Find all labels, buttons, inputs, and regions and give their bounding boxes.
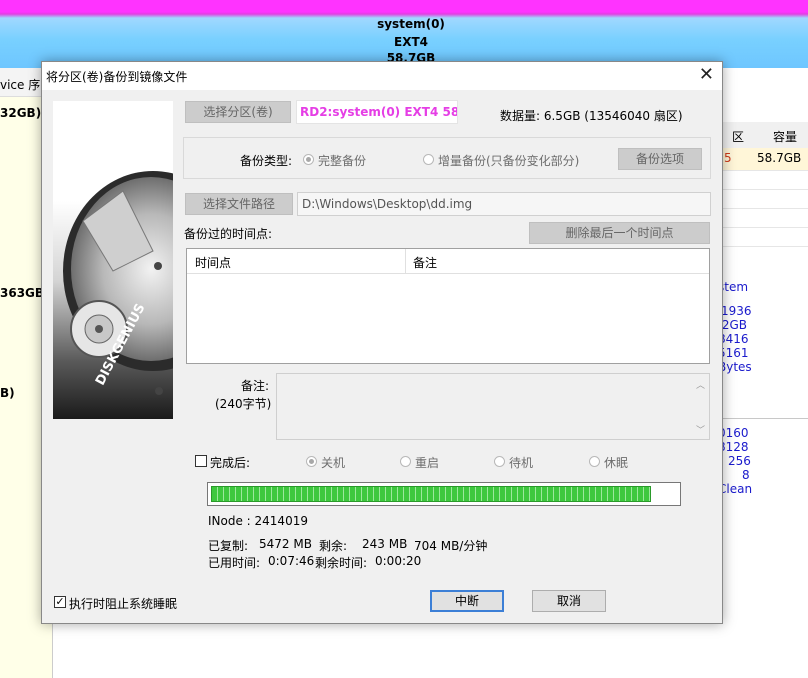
tree-item-disk2[interactable]: B) <box>0 386 15 400</box>
progress-fill <box>211 486 651 502</box>
close-icon[interactable]: ✕ <box>699 64 714 86</box>
backup-type-label: 备份类型: <box>240 154 293 168</box>
full-backup-radio[interactable] <box>303 154 314 165</box>
remaining-value: 243 MB <box>362 537 408 551</box>
dialog-titlebar[interactable]: 将分区(卷)备份到镜像文件 ✕ <box>42 62 722 90</box>
scroll-down-icon[interactable]: ﹀ <box>696 423 705 436</box>
table-col-area: 区 <box>732 130 745 144</box>
standby-radio[interactable] <box>494 456 505 467</box>
cancel-button[interactable]: 取消 <box>532 590 606 612</box>
select-path-button[interactable]: 选择文件路径 <box>185 193 293 215</box>
info-value: 1936 <box>721 304 752 318</box>
note-textarea[interactable]: ︿ ﹀ <box>276 373 710 440</box>
info-value: Clean <box>718 482 753 496</box>
speed-value: 704 MB/分钟 <box>414 539 488 553</box>
note-label: 备注: <box>241 379 270 393</box>
interrupt-button[interactable]: 中断 <box>430 590 504 612</box>
backup-partition-dialog: 将分区(卷)备份到镜像文件 ✕ DISKGENIUS 选择分区(卷) RD2:s <box>41 61 723 624</box>
table-row-num: 5 <box>724 151 732 165</box>
left-time-value: 0:00:20 <box>375 554 422 568</box>
copied-value: 5472 MB <box>259 537 312 551</box>
hibernate-label: 休眠 <box>604 456 629 470</box>
backup-progress-bar <box>207 482 681 506</box>
info-value: 256 <box>728 454 751 468</box>
table-col-capacity: 容量 <box>773 130 798 144</box>
grid-line <box>722 227 808 228</box>
copied-label: 已复制: <box>208 539 249 553</box>
restart-radio[interactable] <box>400 456 411 467</box>
prevent-sleep-label: 执行时阻止系统睡眠 <box>69 597 178 611</box>
full-backup-label: 完整备份 <box>318 154 367 168</box>
info-value: 8 <box>742 468 750 482</box>
partition-table-panel <box>722 96 808 678</box>
scroll-up-icon[interactable]: ︿ <box>696 378 705 391</box>
standby-label: 待机 <box>509 456 534 470</box>
after-done-checkbox[interactable] <box>195 455 207 467</box>
timepoints-list[interactable]: 时间点 备注 <box>186 248 710 364</box>
partition-field[interactable]: RD2:system(0) EXT4 58.7G <box>296 100 458 124</box>
grid-line <box>722 246 808 247</box>
grid-line <box>722 170 808 171</box>
time-points-label: 备份过的时间点: <box>184 227 273 241</box>
prevent-sleep-checkbox[interactable]: ✓ <box>54 596 66 608</box>
tree-header-text: vice 序 <box>0 78 41 92</box>
partition-fs: EXT4 <box>394 35 428 49</box>
select-partition-button[interactable]: 选择分区(卷) <box>185 101 291 123</box>
table-row-size: 58.7GB <box>757 151 802 165</box>
partition-name: system(0) <box>377 17 445 31</box>
grid-line <box>722 189 808 190</box>
restart-label: 重启 <box>415 456 440 470</box>
tree-item-disk0[interactable]: 32GB) <box>0 106 41 120</box>
info-value: Bytes <box>718 360 752 374</box>
inode-label: INode : 2414019 <box>208 514 308 528</box>
after-done-label: 完成后: <box>210 456 251 470</box>
grid-line <box>722 208 808 209</box>
shutdown-label: 关机 <box>321 456 346 470</box>
note-limit-label: (240字节) <box>215 397 272 411</box>
left-time-label: 剩余时间: <box>315 556 368 570</box>
data-amount-label: 数据量: 6.5GB (13546040 扇区) <box>500 109 683 123</box>
list-col-note[interactable]: 备注 <box>413 254 437 271</box>
hibernate-radio[interactable] <box>589 456 600 467</box>
dialog-title: 将分区(卷)备份到镜像文件 <box>46 70 188 84</box>
info-separator <box>722 418 808 419</box>
shutdown-radio[interactable] <box>306 456 317 467</box>
incremental-backup-label: 增量备份(只备份变化部分) <box>438 154 580 168</box>
column-divider[interactable] <box>405 249 406 273</box>
delete-last-timepoint-button[interactable]: 删除最后一个时间点 <box>529 222 710 244</box>
remaining-label: 剩余: <box>319 539 348 553</box>
path-input[interactable]: D:\Windows\Desktop\dd.img <box>297 192 711 216</box>
list-col-time[interactable]: 时间点 <box>195 254 231 271</box>
backup-options-button[interactable]: 备份选项 <box>618 148 702 170</box>
list-header: 时间点 备注 <box>187 249 709 274</box>
elapsed-label: 已用时间: <box>208 556 261 570</box>
diskgenius-hdd-image: DISKGENIUS <box>53 101 173 419</box>
incremental-backup-radio[interactable] <box>423 154 434 165</box>
elapsed-value: 0:07:46 <box>268 554 315 568</box>
